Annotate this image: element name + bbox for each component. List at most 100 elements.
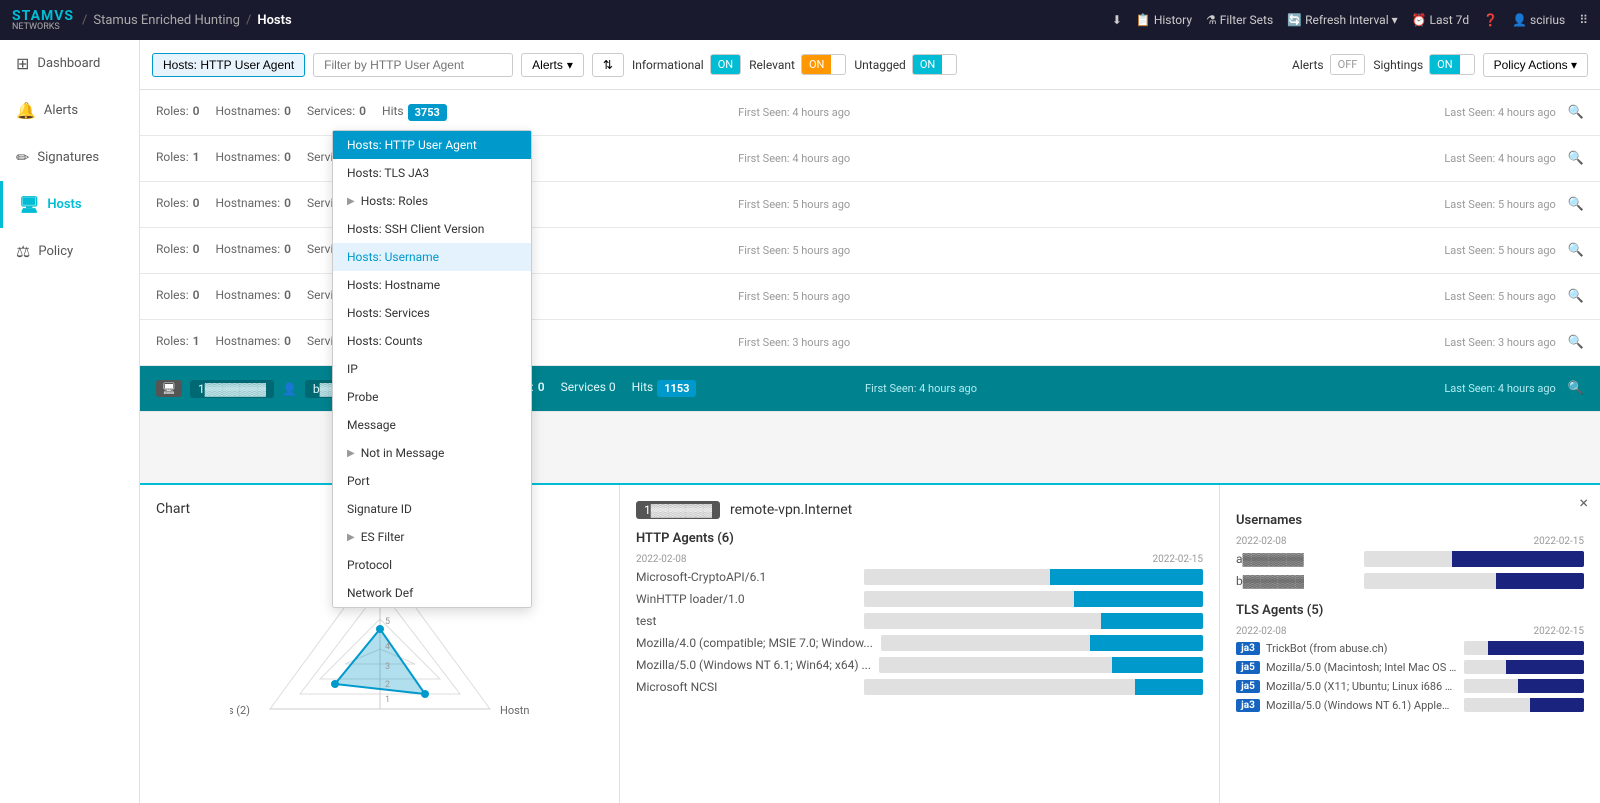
dropdown-item-not-in-message[interactable]: ▶ Not in Message <box>333 439 531 467</box>
agent-row: Mozilla/4.0 (compatible; MSIE 7.0; Windo… <box>636 635 1203 651</box>
dropdown-item-es-filter[interactable]: ▶ ES Filter <box>333 523 531 551</box>
dropdown-item-protocol[interactable]: Protocol <box>333 551 531 579</box>
sidebar-label-dashboard: Dashboard <box>37 56 100 71</box>
policy-actions-btn[interactable]: Policy Actions ▾ <box>1483 53 1588 77</box>
sightings-off[interactable] <box>1460 62 1474 68</box>
signatures-icon: ✏ <box>16 148 29 167</box>
filter-dropdown-btn[interactable]: Hosts: HTTP User Agent <box>152 53 305 77</box>
svg-text:Usernames (2): Usernames (2) <box>230 704 250 717</box>
sort-btn[interactable]: ⇅ <box>592 53 624 77</box>
agent-row: Microsoft NCSI <box>636 679 1203 695</box>
close-btn[interactable]: × <box>1579 493 1588 512</box>
nav-refresh[interactable]: 🔄 Refresh Interval ▾ <box>1287 13 1397 27</box>
relevant-off[interactable] <box>831 62 845 68</box>
agent-label: Mozilla/5.0 (Windows NT 6.1; Win64; x64)… <box>636 658 871 672</box>
sidebar-item-alerts[interactable]: 🔔 Alerts <box>0 87 139 134</box>
alerts-status: Alerts OFF <box>1292 54 1365 75</box>
alerts-btn[interactable]: Alerts ▾ <box>521 53 584 77</box>
dropdown-item-counts[interactable]: Hosts: Counts <box>333 327 531 355</box>
tls-title: TLS Agents (5) <box>1236 603 1584 618</box>
nav-history[interactable]: 📋 History <box>1136 13 1192 27</box>
relevant-toggle[interactable]: ON <box>801 54 846 75</box>
svg-text:4: 4 <box>385 642 390 652</box>
untagged-toggle[interactable]: ON <box>912 54 957 75</box>
relevant-on[interactable]: ON <box>802 55 831 74</box>
sidebar-item-policy[interactable]: ⚖ Policy <box>0 228 139 275</box>
relevant-toggle-group: Relevant ON <box>749 54 846 75</box>
dashboard-icon: ⊞ <box>16 54 29 73</box>
dropdown-item-ip[interactable]: IP <box>333 355 531 383</box>
filter-input[interactable] <box>313 53 513 77</box>
dropdown-item-network-def[interactable]: Network Def <box>333 579 531 607</box>
tls-name: Mozilla/5.0 (Windows NT 6.1) AppleWebKit… <box>1266 699 1458 712</box>
dropdown-item-probe[interactable]: Probe <box>333 383 531 411</box>
agent-bar <box>864 679 1203 695</box>
first-seen: First Seen: 5 hours ago <box>738 290 850 303</box>
hits-badge-sel: 1153 <box>657 380 696 397</box>
breadcrumb-item1[interactable]: Stamus Enriched Hunting <box>93 13 240 28</box>
usernames-section: Usernames 2022-02-08 2022-02-15 a▓▓▓▓▓▓▓… <box>1220 485 1600 803</box>
nav-download[interactable]: ⬇ <box>1112 13 1122 27</box>
username-tl-start: 2022-02-08 <box>1236 536 1287 547</box>
dropdown-item-roles[interactable]: ▶ Hosts: Roles <box>333 187 531 215</box>
breadcrumb-current: Hosts <box>257 13 291 28</box>
view-icon[interactable]: 🔍 <box>1568 289 1584 304</box>
view-icon[interactable]: 🔍 <box>1568 197 1584 212</box>
dropdown-item-hostname[interactable]: Hosts: Hostname <box>333 271 531 299</box>
last-seen: Last Seen: 4 hours ago <box>1444 152 1555 165</box>
nav-user[interactable]: 👤 scirius <box>1512 13 1565 27</box>
sidebar-item-dashboard[interactable]: ⊞ Dashboard <box>0 40 139 87</box>
hits-meta: Hits 3753 <box>382 104 447 121</box>
dropdown-item-signature-id[interactable]: Signature ID <box>333 495 531 523</box>
host-icon-badge: 🖥 <box>156 380 182 397</box>
last-seen: Last Seen: 5 hours ago <box>1444 198 1555 211</box>
roles-meta: Roles: 0 <box>156 288 199 305</box>
hostnames-meta: Hostnames: 0 <box>215 104 291 121</box>
informational-on[interactable]: ON <box>711 55 740 74</box>
svg-text:2: 2 <box>385 680 390 690</box>
alerts-status-label: Alerts <box>1292 58 1324 72</box>
nav-last7d[interactable]: ⏰ Last 7d <box>1412 13 1470 27</box>
services-meta: Services: 0 <box>307 104 366 121</box>
first-seen: First Seen: 3 hours ago <box>738 336 850 349</box>
tls-name: Mozilla/5.0 (X11; Ubuntu; Linux i686 on … <box>1266 680 1458 693</box>
dropdown-item-port[interactable]: Port <box>333 467 531 495</box>
hostnames-meta: Hostnames: 0 <box>215 242 291 259</box>
tls-row: ja5 Mozilla/5.0 (X11; Ubuntu; Linux i686… <box>1236 679 1584 693</box>
dropdown-item-tls-ja3[interactable]: Hosts: TLS JA3 <box>333 159 531 187</box>
dropdown-item-ssh[interactable]: Hosts: SSH Client Version <box>333 215 531 243</box>
alerts-off-btn[interactable]: OFF <box>1331 55 1365 74</box>
alerts-off-toggle[interactable]: OFF <box>1330 54 1366 75</box>
view-icon[interactable]: 🔍 <box>1568 335 1584 350</box>
dropdown-item-http-user-agent[interactable]: Hosts: HTTP User Agent <box>333 131 531 159</box>
sidebar-item-hosts[interactable]: 🖥 Hosts <box>0 181 139 228</box>
arrow-icon3: ▶ <box>347 532 355 543</box>
nav-apps[interactable]: ⠿ <box>1579 13 1588 27</box>
policy-icon: ⚖ <box>16 242 30 261</box>
sidebar-item-signatures[interactable]: ✏ Signatures <box>0 134 139 181</box>
untagged-off[interactable] <box>942 62 956 68</box>
tls-badge-ja3b: ja3 <box>1236 699 1260 712</box>
tls-bar <box>1464 660 1584 674</box>
dropdown-item-username[interactable]: Hosts: Username <box>333 243 531 271</box>
informational-toggle[interactable]: ON <box>710 54 741 75</box>
dropdown-item-services[interactable]: Hosts: Services <box>333 299 531 327</box>
view-icon[interactable]: 🔍 <box>1568 105 1584 120</box>
http-agents-title: HTTP Agents (6) <box>636 531 1203 546</box>
filter-bar: Hosts: HTTP User Agent Alerts ▾ ⇅ Inform… <box>140 40 1600 90</box>
sightings-on[interactable]: ON <box>1430 55 1459 74</box>
first-seen: First Seen: 5 hours ago <box>738 244 850 257</box>
nav-filter-sets[interactable]: ⚗ Filter Sets <box>1206 13 1273 27</box>
last-seen: Last Seen: 3 hours ago <box>1444 336 1555 349</box>
view-icon[interactable]: 🔍 <box>1568 151 1584 166</box>
policy-actions-label: Policy Actions <box>1494 58 1568 72</box>
untagged-on[interactable]: ON <box>913 55 942 74</box>
view-icon-sel[interactable]: 🔍 <box>1568 381 1584 396</box>
sightings-toggle[interactable]: ON <box>1429 54 1474 75</box>
nav-help[interactable]: ❓ <box>1483 13 1498 27</box>
username-row: b▓▓▓▓▓▓▓ <box>1236 573 1584 589</box>
top-nav: STAMVS NETWORKS / Stamus Enriched Huntin… <box>0 0 1600 40</box>
username-bar-a <box>1364 551 1584 567</box>
dropdown-item-message[interactable]: Message <box>333 411 531 439</box>
view-icon[interactable]: 🔍 <box>1568 243 1584 258</box>
